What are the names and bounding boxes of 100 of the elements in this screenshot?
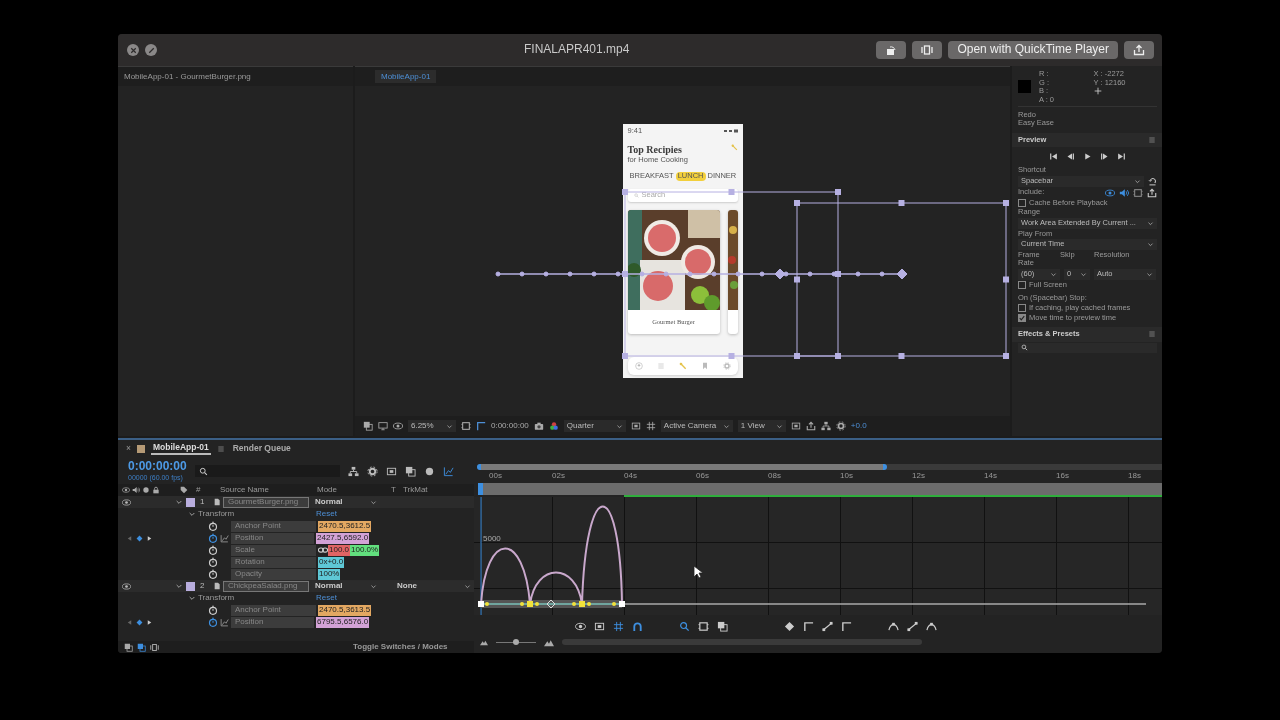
mask-toggle-icon[interactable]	[476, 421, 486, 431]
mode-dropdown[interactable]: Normal	[312, 496, 380, 508]
frame-icon[interactable]	[461, 421, 471, 431]
search-field[interactable]	[1018, 342, 1157, 353]
transform-box-icon[interactable]	[613, 620, 624, 632]
visibility-toggle[interactable]	[122, 581, 131, 591]
viewer-tab[interactable]: MobileApp-01	[375, 69, 437, 84]
next-keyframe-icon[interactable]	[146, 618, 153, 626]
keyframe-icon[interactable]	[784, 620, 795, 632]
stopwatch-icon[interactable]	[208, 569, 218, 579]
video-toggle[interactable]	[1105, 187, 1115, 198]
graph-toggle-icon[interactable]	[220, 533, 229, 543]
overlays-toggle[interactable]	[1133, 187, 1143, 198]
property-value[interactable]: 2427.5,6592.0	[316, 532, 370, 544]
layers-icon[interactable]	[124, 642, 133, 652]
auto-bezier-icon[interactable]	[841, 620, 852, 632]
stopwatch-icon[interactable]	[208, 605, 218, 615]
draft-3d-icon[interactable]	[366, 465, 378, 477]
audio-toggle[interactable]	[1119, 187, 1129, 198]
share-button[interactable]	[1124, 41, 1154, 59]
export-icon[interactable]	[805, 421, 816, 431]
property-value[interactable]: 2470.5,3613.5	[318, 604, 372, 616]
frame-blending-icon[interactable]	[404, 465, 416, 477]
property-value[interactable]: 2470.5,3612.5	[318, 520, 372, 532]
linear-icon[interactable]	[822, 620, 833, 632]
close-button[interactable]	[127, 44, 139, 56]
snapshot-icon[interactable]	[533, 421, 544, 431]
exposure-icon[interactable]	[835, 421, 846, 431]
fit-all-icon[interactable]	[698, 620, 709, 632]
graph-toggle-icon[interactable]	[220, 617, 229, 627]
timeline-tab[interactable]: MobileApp-01	[150, 443, 211, 455]
flowchart-icon[interactable]	[820, 421, 831, 431]
grid-icon[interactable]	[645, 421, 656, 431]
mask-icon[interactable]	[393, 421, 403, 431]
fit-selection-icon[interactable]	[679, 620, 690, 632]
ease-out-icon[interactable]	[926, 620, 937, 632]
reset-link[interactable]: Reset	[316, 593, 337, 603]
property-value[interactable]: 100.0%	[350, 544, 380, 556]
property-value[interactable]: 100.0	[328, 544, 351, 556]
link-icon[interactable]	[318, 545, 328, 555]
graph-type-icon[interactable]	[717, 620, 728, 632]
checkbox[interactable]	[1018, 280, 1026, 289]
search-field[interactable]	[194, 465, 340, 477]
stopwatch-icon[interactable]	[208, 617, 218, 627]
composition-icon[interactable]	[790, 421, 801, 431]
ease-in-icon[interactable]	[907, 620, 918, 632]
current-time[interactable]: 0:00:00:00	[491, 421, 529, 431]
stopwatch-icon[interactable]	[208, 557, 218, 567]
checkbox[interactable]	[1018, 198, 1026, 207]
current-timecode[interactable]: 0:00:00:00	[128, 460, 187, 474]
property-value[interactable]: 6795.5,6576.0	[316, 616, 370, 628]
auto-select-icon[interactable]	[594, 620, 605, 632]
stopwatch-icon[interactable]	[208, 533, 218, 543]
graph-editor-icon[interactable]	[442, 465, 454, 477]
channels-icon[interactable]	[548, 421, 559, 431]
shy-layers-icon[interactable]	[385, 465, 397, 477]
reset-icon[interactable]	[1148, 176, 1157, 186]
easy-ease-icon[interactable]	[888, 620, 899, 632]
label-color[interactable]	[186, 497, 195, 507]
stopwatch-icon[interactable]	[208, 521, 218, 531]
resolution-dropdown[interactable]: Quarter	[563, 420, 626, 432]
open-quicktime-button[interactable]: Open with QuickTime Player	[948, 41, 1118, 59]
monitor-icon[interactable]	[378, 421, 388, 431]
eye-icon[interactable]	[575, 620, 586, 632]
property-value[interactable]: 0x+0.0	[318, 556, 345, 568]
exposure-value[interactable]: +0.0	[850, 421, 867, 431]
rotate-button[interactable]	[876, 41, 907, 59]
playhead-line[interactable]	[480, 497, 482, 615]
previous-frame-icon[interactable]	[1066, 152, 1075, 162]
time-navigator[interactable]	[477, 464, 1162, 470]
bounding-box[interactable]	[622, 189, 841, 359]
play-icon[interactable]	[1083, 152, 1092, 162]
stopwatch-icon[interactable]	[208, 545, 218, 555]
export-icon[interactable]	[1147, 187, 1157, 198]
region-icon[interactable]	[630, 421, 641, 431]
motion-blur-icon[interactable]	[423, 465, 435, 477]
layers-icon[interactable]	[363, 421, 373, 431]
snap-icon[interactable]	[632, 620, 643, 632]
next-frame-icon[interactable]	[1100, 152, 1109, 162]
keyframe-icon[interactable]	[136, 534, 143, 542]
motion-path[interactable]	[495, 268, 908, 280]
visibility-toggle[interactable]	[122, 497, 131, 507]
in-out-icon[interactable]	[150, 642, 159, 652]
hold-icon[interactable]	[803, 620, 814, 632]
mode-dropdown[interactable]: Normal	[312, 580, 380, 592]
switches-icon[interactable]	[137, 642, 146, 652]
close-tab-button[interactable]: ×	[126, 444, 131, 454]
keyframe-icon[interactable]	[136, 618, 143, 626]
checkbox[interactable]	[1018, 304, 1026, 313]
track-matte-dropdown[interactable]: None	[394, 580, 474, 592]
zoom-out-icon[interactable]	[480, 638, 488, 646]
trim-button[interactable]	[912, 41, 943, 59]
property-value[interactable]: 100%	[318, 568, 341, 580]
reset-link[interactable]: Reset	[316, 509, 337, 519]
last-frame-icon[interactable]	[1117, 152, 1126, 162]
next-keyframe-icon[interactable]	[146, 534, 153, 542]
zoom-dropdown[interactable]: 6.25%	[408, 420, 456, 432]
camera-dropdown[interactable]: Active Camera	[660, 420, 733, 432]
first-frame-icon[interactable]	[1049, 152, 1058, 162]
previous-keyframe-icon[interactable]	[126, 534, 133, 542]
